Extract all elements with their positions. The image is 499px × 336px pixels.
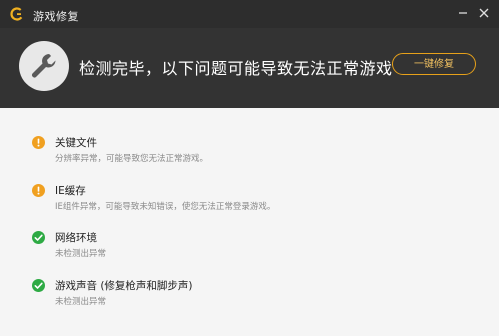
scan-result-header: 检测完毕，以下问题可能导致无法正常游戏 一键修复 [0,28,499,108]
item-description: 分辨率异常，可能导致您无法正常游戏。 [55,154,209,164]
close-icon[interactable] [478,7,490,19]
list-item: 游戏声音 (修复枪声和脚步声) 未检测出异常 [0,278,499,324]
one-click-fix-button[interactable]: 一键修复 [392,53,476,75]
item-description: 未检测出异常 [55,249,107,259]
wrench-icon [32,54,56,78]
issue-list: 关键文件 分辨率异常，可能导致您无法正常游戏。 IE缓存 IE组件异常，可能导致… [0,108,499,336]
list-item: IE缓存 IE组件异常，可能导致未知错误，使您无法正常登录游戏。 [0,183,499,229]
game-repair-window: 游戏修复 检测完毕，以下问题可能导致无法正常游戏 一键修复 关键文件 分辨率异常… [0,0,499,336]
scan-headline: 检测完毕，以下问题可能导致无法正常游戏 [79,59,393,78]
item-description: 未检测出异常 [55,297,107,307]
list-item: 关键文件 分辨率异常，可能导致您无法正常游戏。 [0,135,499,181]
item-title: 游戏声音 (修复枪声和脚步声) [55,280,193,292]
warning-icon [32,136,45,149]
title-bar: 游戏修复 [0,0,499,28]
app-logo-icon [10,7,24,21]
item-title: IE缓存 [55,185,86,197]
list-item: 网络环境 未检测出异常 [0,230,499,276]
window-title: 游戏修复 [33,10,79,23]
item-description: IE组件异常，可能导致未知错误，使您无法正常登录游戏。 [55,202,276,212]
check-icon [32,279,45,292]
item-title: 网络环境 [55,232,97,244]
minimize-icon[interactable] [457,7,469,19]
warning-icon [32,184,45,197]
check-icon [32,231,45,244]
wrench-badge [19,41,69,91]
item-title: 关键文件 [55,137,97,149]
